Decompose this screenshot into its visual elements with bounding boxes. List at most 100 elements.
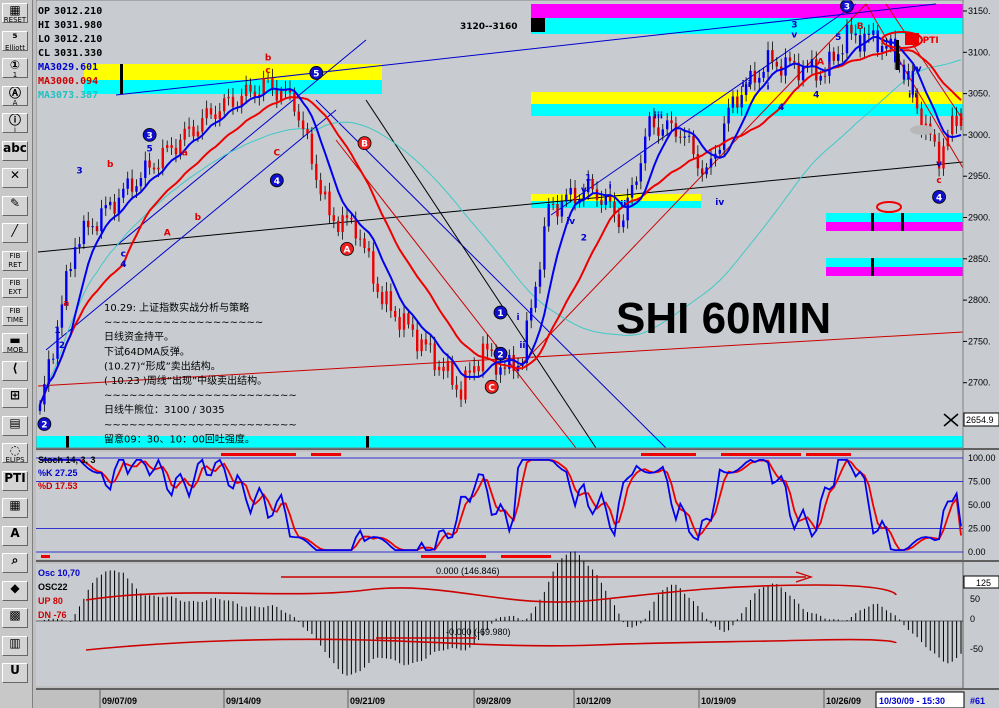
grid-button[interactable]: ▤	[2, 415, 28, 436]
osc-sublabel: OSC22	[38, 582, 68, 592]
stoch-axis-label: 75.00	[968, 477, 991, 487]
elliott-count-a-icon: Ⓐ	[8, 85, 21, 100]
wave-label: b	[107, 160, 114, 170]
notes-icon: ▥	[9, 635, 21, 650]
candle-body	[933, 134, 936, 142]
candle-body	[157, 167, 160, 170]
candle-body	[205, 108, 208, 119]
stoch-axis-label: 100.00	[968, 453, 996, 463]
fib-ret-button[interactable]: FIB RET	[2, 250, 28, 271]
candle-body	[271, 77, 274, 88]
fib-ext-button[interactable]: FIB EXT	[2, 278, 28, 298]
candle-body	[201, 118, 204, 132]
checker-icon: ▩	[9, 608, 21, 622]
candle-body	[556, 204, 559, 217]
candle-body	[174, 147, 178, 155]
checker-button[interactable]: ▩	[2, 608, 28, 628]
candle-body	[433, 343, 436, 371]
candle-body	[771, 50, 774, 62]
candle-body	[723, 123, 726, 150]
zoom-button[interactable]: ⌕	[2, 553, 28, 573]
candle-body	[328, 191, 331, 216]
ohlc-value: 3012.210	[54, 6, 102, 17]
eraser-button[interactable]: ◆	[2, 580, 28, 601]
osc-axis-label: -50	[970, 644, 983, 654]
date-label: 09/28/09	[476, 696, 511, 706]
wave-label: ii	[620, 200, 626, 210]
candle-body	[192, 126, 195, 137]
candle-body	[332, 215, 335, 221]
candle-body	[850, 24, 853, 34]
magnet-button[interactable]: U	[2, 663, 28, 683]
candle-body	[266, 77, 270, 79]
target-zone-cyan-2	[826, 258, 963, 267]
reset-label: RESET	[3, 16, 27, 23]
candle-body	[490, 349, 493, 351]
axis-tick-label: 2900.	[968, 213, 991, 223]
pencil-tool-icon: ✎	[9, 195, 21, 210]
box-icon: ▦	[9, 498, 21, 512]
axis-tick-label: 3100.	[968, 47, 991, 57]
cross-tool-button[interactable]: ✕	[2, 168, 28, 188]
line-tool-button[interactable]: ╱	[2, 223, 28, 243]
oscillator-panel[interactable]	[36, 564, 963, 686]
elliott-count-a-button[interactable]: Ⓐ A	[2, 85, 28, 106]
candle-body	[503, 367, 507, 369]
candle-body	[793, 60, 796, 63]
candle-body	[872, 30, 875, 35]
notes-button[interactable]: ▥	[2, 635, 28, 656]
candle-body	[801, 67, 805, 81]
elliott-count-i-button[interactable]: ⓘ i	[2, 113, 28, 133]
candle-body	[845, 24, 849, 54]
pencil-tool-button[interactable]: ✎	[2, 195, 28, 216]
candle-body	[113, 201, 116, 214]
channel-button[interactable]: ⊞	[2, 388, 28, 408]
pti-icon: PTI	[4, 470, 26, 485]
axis-tick-label: 2950.	[968, 171, 991, 181]
wave-label: 3	[844, 3, 850, 13]
mob-button[interactable]: ▬ MOB	[2, 333, 28, 353]
wave-label: 3	[791, 21, 797, 31]
text-tool-button[interactable]: A	[2, 525, 28, 546]
wave-label: A	[164, 229, 171, 239]
pti-button[interactable]: PTI	[2, 470, 28, 491]
elliott-button[interactable]: ⁵ Elliott	[2, 30, 28, 51]
candle-body	[109, 201, 112, 206]
fib-time-button[interactable]: FIB TIME	[2, 305, 28, 326]
elliott-count-1-button[interactable]: ①1	[2, 58, 28, 78]
reset-button[interactable]: ▦ RESET	[2, 3, 28, 23]
date-label: 10/26/09	[826, 696, 861, 706]
pti-label: 80 PTI	[907, 36, 939, 46]
candle-body	[455, 384, 458, 390]
target-zone-magenta-1	[826, 222, 963, 231]
ohlc-cl: CL 3031.330	[38, 48, 102, 59]
wave-label: a	[63, 299, 69, 309]
date-label: 09/07/09	[102, 696, 137, 706]
target-zone-magenta-2	[826, 267, 963, 276]
candle-body	[880, 45, 884, 52]
line-tool-icon: ╱	[11, 223, 19, 237]
wave-label: v	[581, 186, 587, 196]
wave-label: 2	[59, 341, 65, 351]
wave-label: a	[182, 149, 188, 159]
candle-body	[372, 251, 375, 284]
candle-body	[244, 84, 248, 96]
range-label: 3120--3160	[460, 22, 518, 32]
candle-body	[683, 136, 686, 138]
ellipse-button[interactable]: ◌ ELIPS	[2, 443, 28, 463]
candle-body	[451, 361, 454, 385]
wave-label: i	[516, 313, 519, 323]
elliott-count-abc-icon: abc	[3, 140, 27, 155]
axis-tick-label: 3150.	[968, 6, 991, 16]
elliott-count-abc-button[interactable]: abc	[2, 140, 28, 161]
candle-body	[819, 75, 822, 81]
zoom-icon: ⌕	[11, 553, 19, 567]
box-button[interactable]: ▦	[2, 498, 28, 518]
candle-body	[315, 163, 318, 181]
fan-button[interactable]: ⟨	[2, 360, 28, 381]
candle-body	[398, 317, 401, 330]
candle-body	[499, 367, 502, 375]
candle-body	[727, 107, 730, 124]
stoch-title: Stoch 14, 3, 3	[38, 455, 96, 465]
candle-body	[249, 84, 252, 92]
